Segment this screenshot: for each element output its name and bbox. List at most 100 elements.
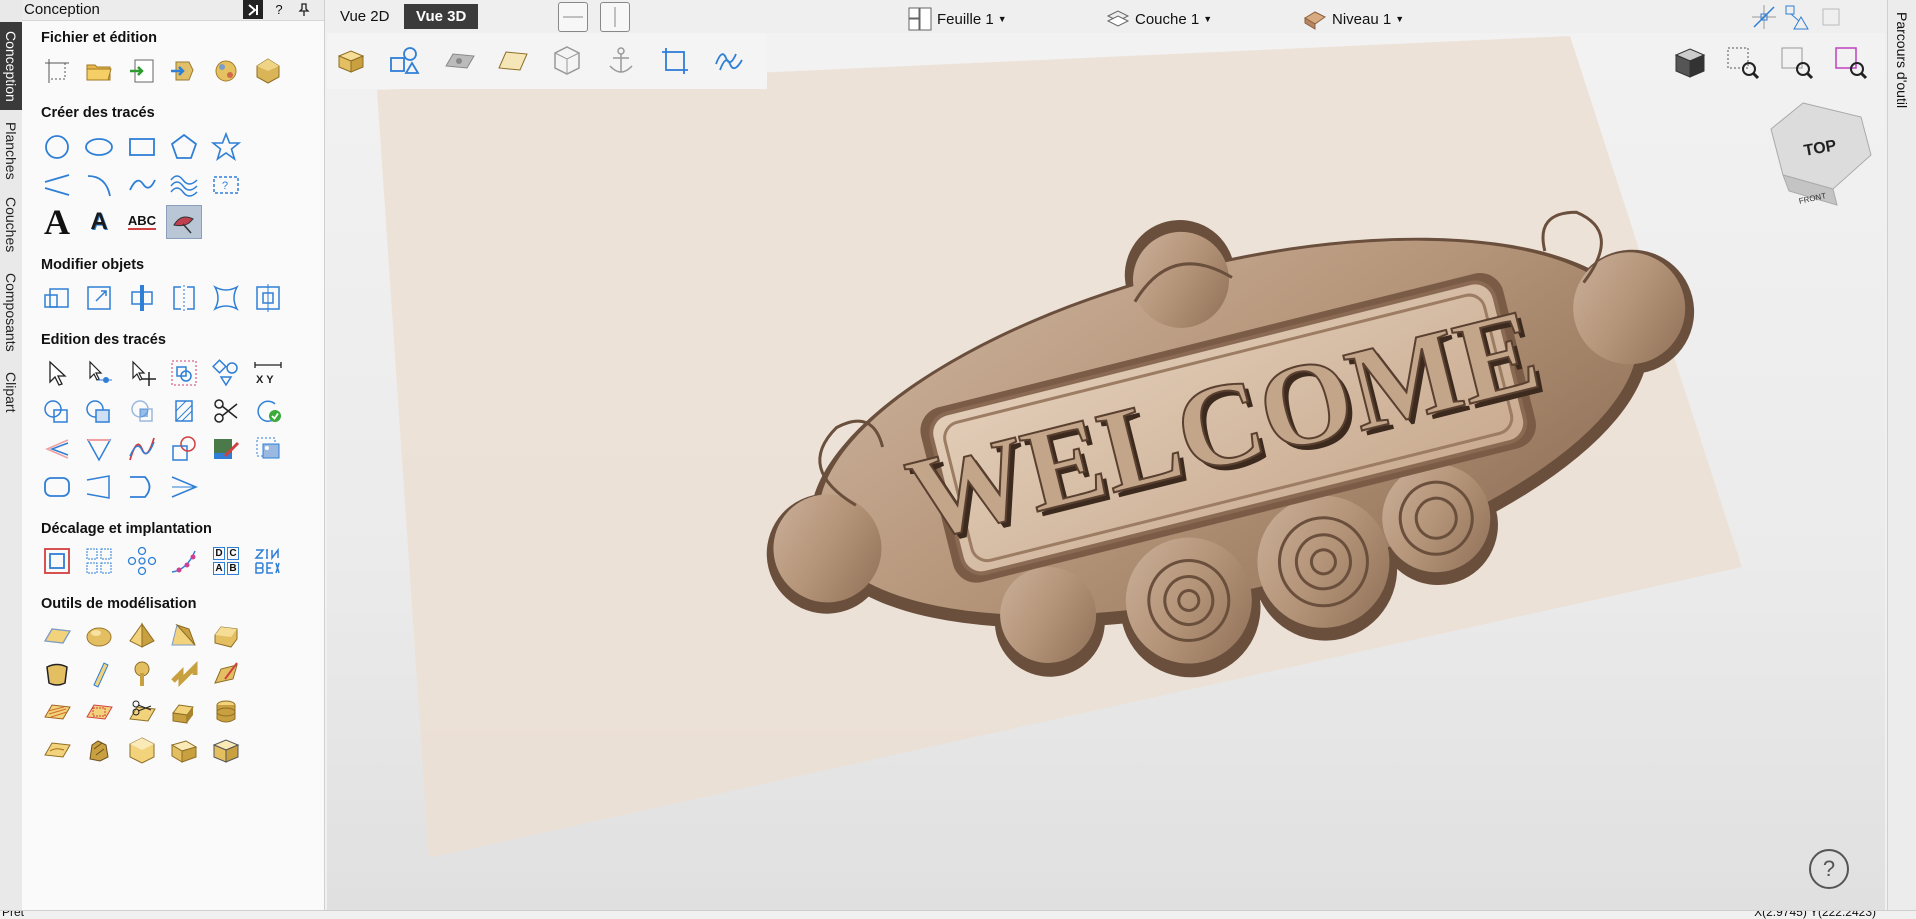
show-bitmap-button[interactable] (440, 41, 480, 81)
draw-circle-button[interactable] (40, 131, 74, 163)
layer-dropdown[interactable]: Couche 1 ▼ (1105, 6, 1212, 32)
split-view-button[interactable] (600, 2, 630, 32)
circular-array-button[interactable] (125, 545, 159, 577)
image-edit-button[interactable] (209, 433, 243, 465)
draw-arc-button[interactable] (82, 169, 116, 201)
smooth-component-button[interactable] (40, 734, 74, 766)
show-vectors-button[interactable] (385, 41, 425, 81)
angle-shape-button[interactable] (167, 620, 201, 652)
join-vectors-button[interactable] (125, 471, 159, 503)
extrude-drive-button[interactable] (82, 658, 116, 690)
wireframe-button[interactable] (547, 41, 587, 81)
offset-vectors-button[interactable] (40, 545, 74, 577)
draw-curve-button[interactable] (125, 169, 159, 201)
distort-object-button[interactable] (209, 282, 243, 314)
spin-shape-button[interactable] (125, 658, 159, 690)
transform-select-button[interactable] (125, 357, 159, 389)
toolpath-preview-button[interactable] (709, 41, 749, 81)
stack-component-button[interactable] (209, 696, 243, 728)
align-object-button[interactable] (251, 282, 285, 314)
image-trace-button[interactable] (251, 433, 285, 465)
turn-shape-button[interactable] (167, 658, 201, 690)
node-edit-button[interactable] (82, 357, 116, 389)
zoom-box-button[interactable] (1725, 45, 1761, 81)
create-shape-button[interactable] (40, 620, 74, 652)
tab-planches[interactable]: Planches (0, 116, 22, 186)
measure-tool-button[interactable]: X Y (251, 357, 285, 389)
rounded-rectangle-button[interactable] (40, 471, 74, 503)
draw-star-button[interactable] (209, 131, 243, 163)
weld-button[interactable] (40, 395, 74, 427)
node-shapes-button[interactable] (209, 357, 243, 389)
shading-button[interactable] (1670, 43, 1710, 83)
boolean-button[interactable] (167, 395, 201, 427)
tab-composants[interactable]: Composants (0, 264, 22, 360)
tab-conception[interactable]: Conception (0, 22, 22, 110)
collapse-panel-button[interactable] (243, 0, 263, 19)
text-on-curve-button[interactable]: A (82, 206, 116, 238)
draw-wave-button[interactable] (167, 169, 201, 201)
snap-off-button[interactable] (1817, 3, 1845, 31)
sculpt-button[interactable] (209, 658, 243, 690)
view-2d-tab[interactable]: Vue 2D (328, 4, 401, 29)
bake-component-button[interactable] (82, 734, 116, 766)
smooth-button[interactable] (125, 433, 159, 465)
show-material-button[interactable] (493, 41, 533, 81)
offset-component-button[interactable] (167, 696, 201, 728)
draw-polygon-button[interactable] (167, 131, 201, 163)
job-setup-button[interactable] (40, 55, 74, 87)
texture-area-button[interactable] (40, 696, 74, 728)
level-dropdown[interactable]: Niveau 1 ▼ (1302, 6, 1404, 32)
array-copy-button[interactable] (82, 545, 116, 577)
view-cube[interactable]: TOP FRONT (1763, 101, 1875, 213)
layout-nesting-button[interactable]: D C A B (209, 545, 243, 577)
nest-parts-button[interactable] (251, 545, 285, 577)
import-vectors-button[interactable] (125, 55, 159, 87)
create-3d-button[interactable] (125, 734, 159, 766)
extrude-shape-button[interactable] (209, 620, 243, 652)
extend-vector-button[interactable] (82, 471, 116, 503)
freeze-component-button[interactable] (209, 734, 243, 766)
draw-auto-button[interactable]: ? (209, 169, 243, 201)
sweep-two-rails-button[interactable] (40, 658, 74, 690)
chamfer-button[interactable] (82, 433, 116, 465)
snap-objects-button[interactable] (1783, 3, 1811, 31)
panel-help-button[interactable]: ? (269, 0, 289, 19)
select-tool-button[interactable] (40, 357, 74, 389)
texture-strips-button[interactable] (82, 696, 116, 728)
pyramid-shape-button[interactable] (125, 620, 159, 652)
reset-component-button[interactable] (167, 734, 201, 766)
rotate-object-button[interactable] (125, 282, 159, 314)
panel-pin-button[interactable] (294, 0, 314, 19)
transform-3d-button[interactable] (655, 41, 695, 81)
scale-object-button[interactable] (82, 282, 116, 314)
draw-ellipse-button[interactable] (82, 131, 116, 163)
draw-line-button[interactable] (40, 169, 74, 201)
open-file-button[interactable] (82, 55, 116, 87)
interactive-trim-button[interactable] (167, 357, 201, 389)
split-model-button[interactable] (125, 696, 159, 728)
fit-curves-button[interactable] (167, 433, 201, 465)
anchor-button[interactable] (601, 41, 641, 81)
import-bitmap-button[interactable] (209, 55, 243, 87)
intersect-button[interactable] (125, 395, 159, 427)
copy-along-vector-button[interactable] (167, 545, 201, 577)
tab-clipart[interactable]: Clipart (0, 366, 22, 418)
sheet-dropdown[interactable]: Feuille 1 ▼ (907, 6, 1007, 32)
viewport-help-button[interactable]: ? (1809, 849, 1849, 889)
3d-viewport[interactable]: WELCOME WELCOME TOP FRONT ? (327, 33, 1885, 910)
move-object-button[interactable] (40, 282, 74, 314)
dome-shape-button[interactable] (82, 620, 116, 652)
scissors-button[interactable] (209, 395, 243, 427)
subtract-button[interactable] (82, 395, 116, 427)
close-vectors-button[interactable] (251, 395, 285, 427)
draw-text-button[interactable]: A (40, 202, 74, 242)
snap-grid-button[interactable] (1750, 3, 1778, 31)
material-setup-button[interactable] (331, 41, 371, 81)
draw-rectangle-button[interactable] (125, 131, 159, 163)
zoom-selection-button[interactable] (1833, 45, 1869, 81)
offset-corner-button[interactable] (40, 433, 74, 465)
single-view-button[interactable] (558, 2, 588, 32)
text-arc-button[interactable]: ABC (125, 206, 159, 238)
view-3d-tab[interactable]: Vue 3D (404, 4, 479, 29)
